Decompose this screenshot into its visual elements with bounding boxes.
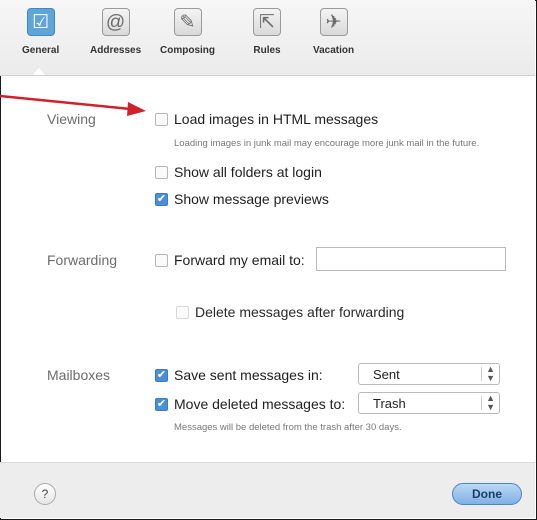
updown-arrows-icon: ▲ ▼ [486,393,495,412]
deleted-mailbox-value: Trash [373,396,406,411]
move-deleted-checkbox[interactable]: ✔ [155,397,168,411]
sent-mailbox-select[interactable]: Sent ▲ ▼ [358,363,500,385]
save-sent-option[interactable]: ✔ Save sent messages in: [155,367,323,383]
trash-retention-hint: Messages will be deleted from the trash … [174,422,402,433]
delete-after-forwarding-checkbox[interactable] [176,305,189,319]
forward-checkbox[interactable] [155,253,168,267]
tab-composing[interactable]: ✎ Composing [160,8,215,56]
delete-after-forwarding-option[interactable]: Delete messages after forwarding [176,304,404,320]
forwarding-section-label: Forwarding [47,252,118,268]
at-sign-icon: @ [101,8,130,36]
compose-icon: ✎ [173,8,202,36]
toolbar-divider [0,75,535,76]
updown-arrows-icon: ▲ ▼ [486,364,495,383]
deleted-mailbox-select[interactable]: Trash ▲ ▼ [358,392,500,414]
airplane-icon: ✈ [319,8,348,36]
tab-rules[interactable]: ⇱ Rules [253,8,281,56]
move-deleted-label: Move deleted messages to: [174,396,346,412]
show-previews-option[interactable]: ✔ Show message previews [155,191,329,207]
select-divider [481,367,482,381]
forward-option[interactable]: Forward my email to: [155,252,305,268]
viewing-section-label: Viewing [47,111,96,127]
sent-mailbox-value: Sent [373,367,400,382]
load-images-checkbox[interactable] [155,112,168,126]
tab-general[interactable]: ☑ General [22,8,59,56]
tab-label: Addresses [90,45,142,56]
load-images-hint: Loading images in junk mail may encourag… [174,138,480,149]
select-divider [481,396,482,410]
done-button[interactable]: Done [452,483,522,505]
show-previews-label: Show message previews [174,191,329,207]
tab-label: Composing [160,45,215,56]
rules-icon: ⇱ [253,8,281,36]
forward-address-input[interactable] [316,247,506,271]
tab-addresses[interactable]: @ Addresses [90,8,141,56]
tab-label: Vacation [313,45,355,56]
show-previews-checkbox[interactable]: ✔ [155,192,168,206]
delete-after-forwarding-label: Delete messages after forwarding [195,304,405,320]
load-images-option[interactable]: Load images in HTML messages [155,111,378,127]
save-sent-checkbox[interactable]: ✔ [155,368,168,382]
show-folders-label: Show all folders at login [174,164,322,180]
show-folders-option[interactable]: Show all folders at login [155,164,322,180]
move-deleted-option[interactable]: ✔ Move deleted messages to: [155,396,345,412]
forward-label: Forward my email to: [174,252,305,268]
load-images-label: Load images in HTML messages [174,111,379,127]
tab-vacation[interactable]: ✈ Vacation [313,8,354,56]
preferences-toolbar: ☑ General @ Addresses ✎ Composing ⇱ Rule… [0,0,535,76]
checkbox-icon: ☑ [26,8,55,36]
mailboxes-section-label: Mailboxes [47,367,111,383]
help-button[interactable]: ? [34,483,56,505]
tab-label: General [22,45,60,56]
save-sent-label: Save sent messages in: [174,367,323,383]
tab-label: Rules [253,45,281,56]
show-folders-checkbox[interactable] [155,165,168,179]
